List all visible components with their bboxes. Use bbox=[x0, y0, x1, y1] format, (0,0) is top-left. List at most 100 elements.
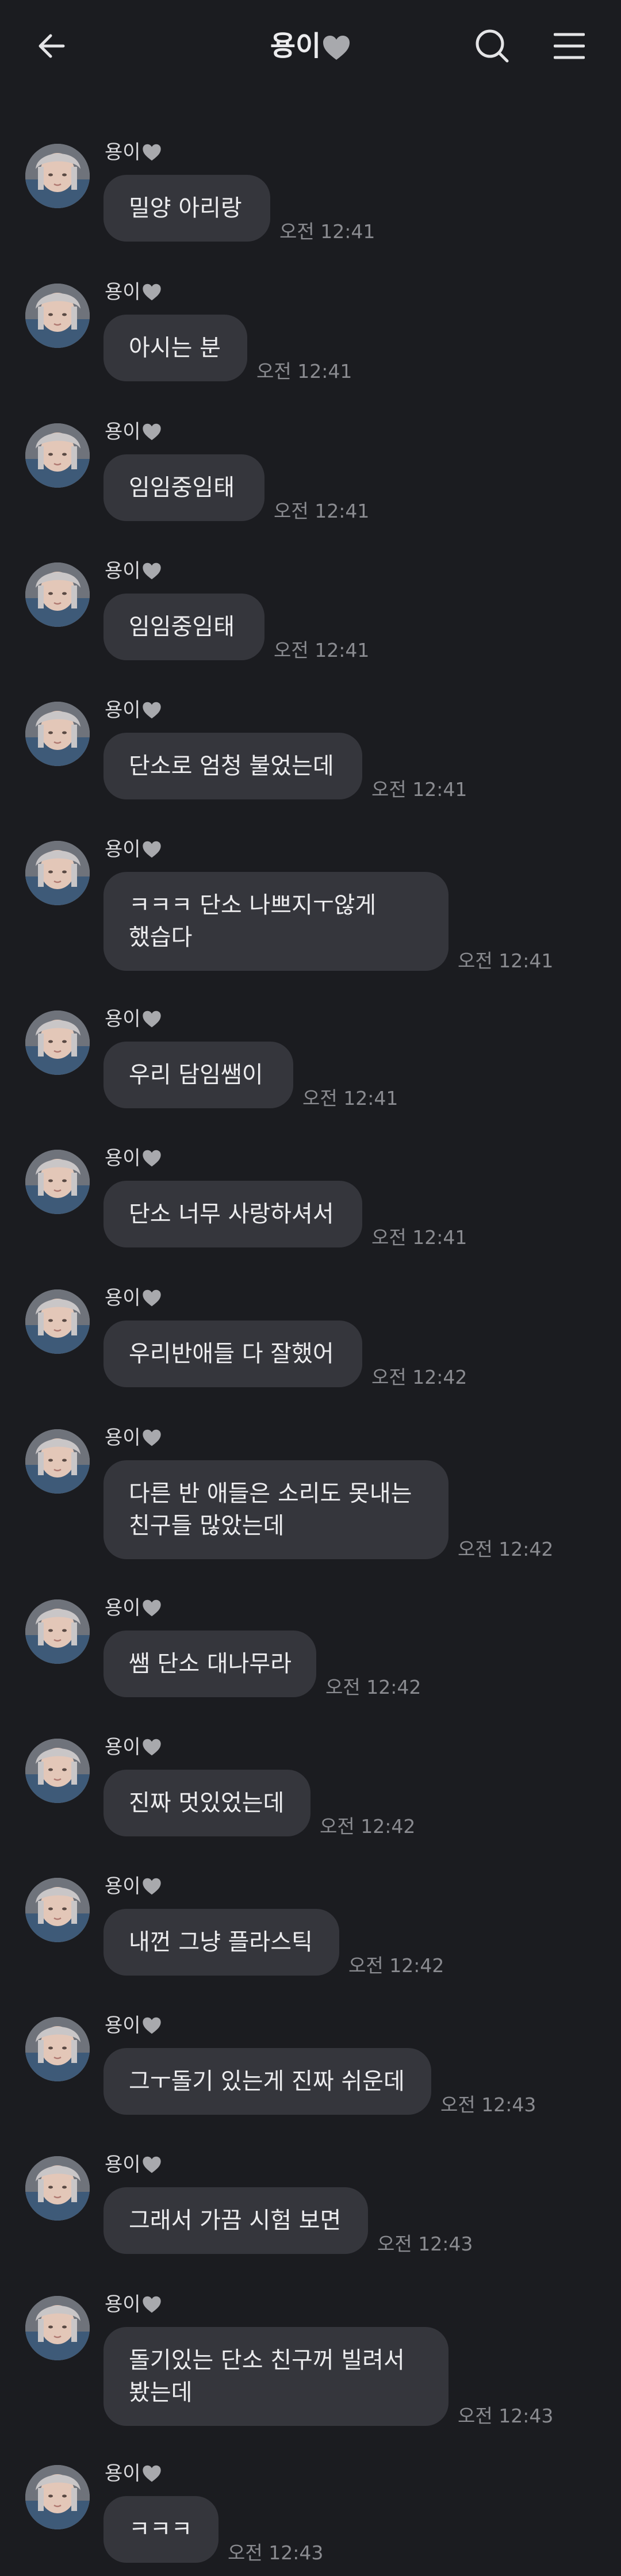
message-bubble[interactable]: 다른 반 애들은 소리도 못내는친구들 많았는데 bbox=[103, 1460, 448, 1559]
sender-name-text: 용이 bbox=[105, 838, 141, 861]
sender-name-text: 용이 bbox=[105, 420, 141, 443]
sender-avatar[interactable] bbox=[25, 1878, 90, 1942]
search-button[interactable] bbox=[469, 23, 515, 69]
grey-heart-icon bbox=[141, 2462, 162, 2485]
grey-heart-icon bbox=[141, 2293, 162, 2316]
message-timestamp: 오전 12:43 bbox=[377, 2233, 473, 2255]
message-row: 용이 단소로 엄청 불었는데 오전 12:41 bbox=[0, 673, 621, 801]
message-timestamp: 오전 12:41 bbox=[458, 950, 554, 972]
message-row: 용이다른 반 애들은 소리도 못내는친구들 많았는데오전 12:42 bbox=[0, 1400, 621, 1560]
sender-name-text: 용이 bbox=[105, 2293, 141, 2316]
sender-avatar[interactable] bbox=[25, 841, 90, 905]
sender-avatar[interactable] bbox=[25, 1739, 90, 1803]
message-bubble[interactable]: 밀양 아리랑 bbox=[103, 175, 270, 242]
grey-heart-icon bbox=[323, 36, 350, 60]
message-timestamp: 오전 12:43 bbox=[440, 2093, 536, 2116]
message-text-line: 친구들 많았는데 bbox=[129, 1513, 285, 1539]
sender-avatar[interactable] bbox=[25, 2156, 90, 2221]
arrow-left-icon bbox=[39, 34, 65, 58]
message-bubble[interactable]: 내껀 그냥 플라스틱 bbox=[103, 1909, 339, 1976]
sender-name: 용이 bbox=[105, 837, 162, 862]
grey-heart-icon bbox=[141, 1287, 162, 1310]
sender-avatar[interactable] bbox=[25, 702, 90, 766]
message-bubble[interactable]: 우리반애들 다 잘했어 bbox=[103, 1320, 362, 1387]
sender-name: 용이 bbox=[105, 140, 162, 164]
grey-heart-icon bbox=[141, 1597, 162, 1620]
chat-header: 용이 bbox=[0, 0, 621, 92]
message-bubble[interactable]: 임임중임태 bbox=[103, 594, 264, 660]
sender-avatar[interactable] bbox=[25, 144, 90, 208]
search-icon bbox=[476, 29, 509, 63]
sender-name: 용이 bbox=[105, 420, 162, 444]
menu-button[interactable] bbox=[546, 23, 592, 69]
message-bubble[interactable]: 아시는 분 bbox=[103, 315, 247, 381]
message-row: 용이 우리 담임쌤이 오전 12:41 bbox=[0, 982, 621, 1109]
sender-avatar[interactable] bbox=[25, 423, 90, 488]
message-text: 우리반애들 다 잘했어 bbox=[129, 1341, 334, 1367]
grey-heart-icon bbox=[141, 560, 162, 583]
sender-name: 용이 bbox=[105, 2292, 162, 2317]
grey-heart-icon bbox=[141, 838, 162, 861]
message-text-line: 돌기있는 단소 친구꺼 빌려서 bbox=[129, 2347, 405, 2374]
sender-name-text: 용이 bbox=[105, 2153, 141, 2176]
message-row: 용이 쌤 단소 대나무라 오전 12:42 bbox=[0, 1571, 621, 1698]
message-row: 용이 내껀 그냥 플라스틱 오전 12:42 bbox=[0, 1849, 621, 1977]
sender-avatar[interactable] bbox=[25, 284, 90, 348]
message-row: 용이 우리반애들 다 잘했어 오전 12:42 bbox=[0, 1261, 621, 1388]
sender-avatar[interactable] bbox=[25, 562, 90, 627]
sender-name-text: 용이 bbox=[105, 1426, 141, 1449]
back-button[interactable] bbox=[29, 23, 75, 69]
message-text: 아시는 분 bbox=[129, 335, 221, 361]
sender-name-text: 용이 bbox=[105, 1008, 141, 1031]
message-timestamp: 오전 12:42 bbox=[371, 1366, 467, 1388]
message-bubble[interactable]: 돌기있는 단소 친구꺼 빌려서봤는데 bbox=[103, 2327, 448, 2426]
message-text: 단소 너무 사랑하셔서 bbox=[129, 1201, 334, 1227]
sender-avatar[interactable] bbox=[25, 1011, 90, 1075]
message-row: 용이돌기있는 단소 친구꺼 빌려서봤는데오전 12:43 bbox=[0, 2267, 621, 2427]
sender-avatar[interactable] bbox=[25, 1289, 90, 1354]
message-timestamp: 오전 12:43 bbox=[458, 2405, 554, 2427]
message-bubble[interactable]: ㅋㅋㅋ 단소 나쁘지ㅜ않게 했습다 bbox=[103, 872, 448, 971]
message-bubble[interactable]: 그ㅜ돌기 있는게 진짜 쉬운데 bbox=[103, 2048, 431, 2115]
message-row: 용이 단소 너무 사랑하셔서 오전 12:41 bbox=[0, 1121, 621, 1249]
grey-heart-icon bbox=[141, 699, 162, 722]
message-bubble[interactable]: ㅋㅋㅋ bbox=[103, 2496, 218, 2563]
message-bubble[interactable]: 임임중임태 bbox=[103, 454, 264, 521]
sender-name: 용이 bbox=[105, 698, 162, 722]
hamburger-menu-icon bbox=[554, 33, 585, 59]
message-timestamp: 오전 12:42 bbox=[325, 1676, 421, 1698]
message-bubble[interactable]: 쌤 단소 대나무라 bbox=[103, 1630, 316, 1697]
message-text: 임임중임태 bbox=[129, 614, 235, 640]
sender-avatar[interactable] bbox=[25, 1150, 90, 1214]
sender-avatar[interactable] bbox=[25, 1429, 90, 1494]
sender-avatar[interactable] bbox=[25, 1599, 90, 1664]
sender-name-text: 용이 bbox=[105, 281, 141, 304]
sender-avatar[interactable] bbox=[25, 2296, 90, 2360]
message-text: ㅋㅋㅋ bbox=[129, 2516, 193, 2543]
message-row: 용이 그ㅜ돌기 있는게 진짜 쉬운데 오전 12:43 bbox=[0, 1988, 621, 2116]
message-bubble[interactable]: 그래서 가끔 시험 보면 bbox=[103, 2187, 368, 2254]
message-text-line: 봤는데 bbox=[129, 2379, 193, 2406]
sender-avatar[interactable] bbox=[25, 2017, 90, 2081]
message-timestamp: 오전 12:43 bbox=[228, 2541, 324, 2564]
grey-heart-icon bbox=[141, 1875, 162, 1898]
message-timestamp: 오전 12:41 bbox=[256, 360, 352, 382]
sender-avatar[interactable] bbox=[25, 2465, 90, 2529]
sender-name: 용이 bbox=[105, 2462, 162, 2486]
message-bubble[interactable]: 단소로 엄청 불었는데 bbox=[103, 733, 362, 799]
message-bubble[interactable]: 단소 너무 사랑하셔서 bbox=[103, 1181, 362, 1247]
message-text: 그ㅜ돌기 있는게 진짜 쉬운데 bbox=[129, 2068, 405, 2095]
grey-heart-icon bbox=[141, 2014, 162, 2037]
sender-name: 용이 bbox=[105, 1426, 162, 1450]
sender-name: 용이 bbox=[105, 1874, 162, 1898]
grey-heart-icon bbox=[141, 1147, 162, 1170]
chat-title-text: 용이 bbox=[270, 30, 321, 62]
message-bubble[interactable]: 우리 담임쌤이 bbox=[103, 1042, 293, 1108]
sender-name: 용이 bbox=[105, 559, 162, 583]
message-text-line: 다른 반 애들은 소리도 못내는 bbox=[129, 1480, 412, 1507]
sender-name-text: 용이 bbox=[105, 699, 141, 722]
message-row: 용이 ㅋㅋㅋ 단소 나쁘지ㅜ않게 했습다오전 12:41 bbox=[0, 812, 621, 972]
sender-name: 용이 bbox=[105, 2153, 162, 2177]
message-timestamp: 오전 12:42 bbox=[458, 1538, 554, 1560]
message-bubble[interactable]: 진짜 멋있었는데 bbox=[103, 1770, 310, 1836]
